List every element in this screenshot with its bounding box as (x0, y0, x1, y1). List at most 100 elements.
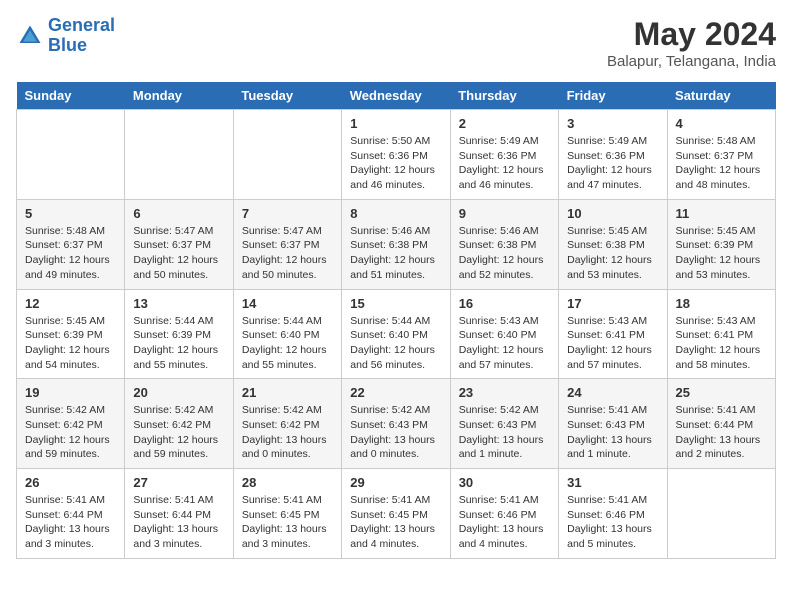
calendar-cell: 23Sunrise: 5:42 AMSunset: 6:43 PMDayligh… (450, 379, 558, 469)
calendar-cell: 12Sunrise: 5:45 AMSunset: 6:39 PMDayligh… (17, 289, 125, 379)
day-number: 14 (242, 296, 333, 311)
calendar-cell: 18 Sunrise: 5:43 AMSunset: 6:41 PMDayligh… (667, 289, 775, 379)
logo-icon (16, 22, 44, 50)
day-info: Sunrise: 5:41 AMSunset: 6:44 PMDaylight:… (676, 403, 767, 462)
calendar-cell (17, 110, 125, 200)
day-info: Sunrise: 5:44 AMSunset: 6:40 PMDaylight:… (242, 314, 333, 373)
day-number: 3 (567, 116, 658, 131)
day-number: 5 (25, 206, 116, 221)
day-header-wednesday: Wednesday (342, 82, 450, 110)
day-info: Sunrise: 5:43 AMSunset: 6:41 PMDaylight:… (567, 314, 658, 373)
day-header-thursday: Thursday (450, 82, 558, 110)
day-number: 7 (242, 206, 333, 221)
day-number: 16 (459, 296, 550, 311)
calendar-cell: 19 Sunrise: 5:42 AMSunset: 6:42 PMDayligh… (17, 379, 125, 469)
day-info: Sunrise: 5:46 AMSunset: 6:38 PMDaylight:… (459, 224, 550, 283)
calendar-cell: 9 Sunrise: 5:46 AMSunset: 6:38 PMDaylight… (450, 199, 558, 289)
calendar-cell: 27 Sunrise: 5:41 AMSunset: 6:44 PMDayligh… (125, 469, 233, 559)
day-number: 13 (133, 296, 224, 311)
day-number: 9 (459, 206, 550, 221)
calendar-cell: 21 Sunrise: 5:42 AMSunset: 6:42 PMDayligh… (233, 379, 341, 469)
day-number: 15 (350, 296, 441, 311)
calendar-cell: 14 Sunrise: 5:44 AMSunset: 6:40 PMDayligh… (233, 289, 341, 379)
calendar-cell (233, 110, 341, 200)
day-info: Sunrise: 5:46 AMSunset: 6:38 PMDaylight:… (350, 224, 441, 283)
day-info: Sunrise: 5:48 AMSunset: 6:37 PMDaylight:… (676, 134, 767, 193)
day-number: 2 (459, 116, 550, 131)
calendar-cell: 15Sunrise: 5:44 AMSunset: 6:40 PMDayligh… (342, 289, 450, 379)
logo-line1: General (48, 15, 115, 35)
day-info: Sunrise: 5:42 AMSunset: 6:43 PMDaylight:… (350, 403, 441, 462)
day-number: 25 (676, 385, 767, 400)
day-header-friday: Friday (559, 82, 667, 110)
day-number: 6 (133, 206, 224, 221)
day-number: 30 (459, 475, 550, 490)
day-info: Sunrise: 5:47 AMSunset: 6:37 PMDaylight:… (242, 224, 333, 283)
calendar-week-2: 5 Sunrise: 5:48 AMSunset: 6:37 PMDaylight… (17, 199, 776, 289)
calendar-cell: 4Sunrise: 5:48 AMSunset: 6:37 PMDaylight… (667, 110, 775, 200)
day-info: Sunrise: 5:45 AMSunset: 6:39 PMDaylight:… (25, 314, 116, 373)
day-info: Sunrise: 5:44 AMSunset: 6:39 PMDaylight:… (133, 314, 224, 373)
day-header-saturday: Saturday (667, 82, 775, 110)
calendar-week-4: 19 Sunrise: 5:42 AMSunset: 6:42 PMDayligh… (17, 379, 776, 469)
calendar-cell: 7 Sunrise: 5:47 AMSunset: 6:37 PMDaylight… (233, 199, 341, 289)
day-number: 8 (350, 206, 441, 221)
calendar-cell: 13 Sunrise: 5:44 AMSunset: 6:39 PMDayligh… (125, 289, 233, 379)
day-info: Sunrise: 5:45 AMSunset: 6:38 PMDaylight:… (567, 224, 658, 283)
calendar-cell: 29 Sunrise: 5:41 AMSunset: 6:45 PMDayligh… (342, 469, 450, 559)
day-number: 11 (676, 206, 767, 221)
day-info: Sunrise: 5:41 AMSunset: 6:46 PMDaylight:… (567, 493, 658, 552)
calendar-cell: 25 Sunrise: 5:41 AMSunset: 6:44 PMDayligh… (667, 379, 775, 469)
header-row: SundayMondayTuesdayWednesdayThursdayFrid… (17, 82, 776, 110)
day-header-sunday: Sunday (17, 82, 125, 110)
day-number: 29 (350, 475, 441, 490)
day-number: 19 (25, 385, 116, 400)
day-number: 31 (567, 475, 658, 490)
day-info: Sunrise: 5:49 AMSunset: 6:36 PMDaylight:… (459, 134, 550, 193)
day-info: Sunrise: 5:41 AMSunset: 6:43 PMDaylight:… (567, 403, 658, 462)
calendar-cell: 17Sunrise: 5:43 AMSunset: 6:41 PMDayligh… (559, 289, 667, 379)
month-title: May 2024 (607, 16, 776, 53)
day-number: 18 (676, 296, 767, 311)
calendar-cell (667, 469, 775, 559)
day-info: Sunrise: 5:42 AMSunset: 6:42 PMDaylight:… (242, 403, 333, 462)
logo-text: General Blue (48, 16, 115, 56)
calendar-cell: 20 Sunrise: 5:42 AMSunset: 6:42 PMDayligh… (125, 379, 233, 469)
calendar-cell: 28 Sunrise: 5:41 AMSunset: 6:45 PMDayligh… (233, 469, 341, 559)
day-number: 20 (133, 385, 224, 400)
day-info: Sunrise: 5:43 AMSunset: 6:41 PMDaylight:… (676, 314, 767, 373)
day-info: Sunrise: 5:42 AMSunset: 6:43 PMDaylight:… (459, 403, 550, 462)
day-number: 27 (133, 475, 224, 490)
day-info: Sunrise: 5:49 AMSunset: 6:36 PMDaylight:… (567, 134, 658, 193)
logo-line2: Blue (48, 35, 87, 55)
calendar-cell: 5 Sunrise: 5:48 AMSunset: 6:37 PMDaylight… (17, 199, 125, 289)
day-info: Sunrise: 5:42 AMSunset: 6:42 PMDaylight:… (25, 403, 116, 462)
calendar-cell: 24 Sunrise: 5:41 AMSunset: 6:43 PMDayligh… (559, 379, 667, 469)
day-info: Sunrise: 5:45 AMSunset: 6:39 PMDaylight:… (676, 224, 767, 283)
day-number: 22 (350, 385, 441, 400)
day-number: 21 (242, 385, 333, 400)
calendar-table: SundayMondayTuesdayWednesdayThursdayFrid… (16, 82, 776, 559)
calendar-cell: 1Sunrise: 5:50 AMSunset: 6:36 PMDaylight… (342, 110, 450, 200)
calendar-week-3: 12Sunrise: 5:45 AMSunset: 6:39 PMDayligh… (17, 289, 776, 379)
day-number: 28 (242, 475, 333, 490)
calendar-cell: 30Sunrise: 5:41 AMSunset: 6:46 PMDayligh… (450, 469, 558, 559)
day-info: Sunrise: 5:41 AMSunset: 6:45 PMDaylight:… (242, 493, 333, 552)
title-area: May 2024 Balapur, Telangana, India (607, 16, 776, 70)
location: Balapur, Telangana, India (607, 53, 776, 70)
day-header-tuesday: Tuesday (233, 82, 341, 110)
day-info: Sunrise: 5:42 AMSunset: 6:42 PMDaylight:… (133, 403, 224, 462)
calendar-cell: 10Sunrise: 5:45 AMSunset: 6:38 PMDayligh… (559, 199, 667, 289)
day-info: Sunrise: 5:43 AMSunset: 6:40 PMDaylight:… (459, 314, 550, 373)
day-info: Sunrise: 5:47 AMSunset: 6:37 PMDaylight:… (133, 224, 224, 283)
calendar-cell (125, 110, 233, 200)
calendar-cell: 31 Sunrise: 5:41 AMSunset: 6:46 PMDayligh… (559, 469, 667, 559)
calendar-cell: 2 Sunrise: 5:49 AMSunset: 6:36 PMDaylight… (450, 110, 558, 200)
calendar-cell: 16 Sunrise: 5:43 AMSunset: 6:40 PMDayligh… (450, 289, 558, 379)
day-info: Sunrise: 5:41 AMSunset: 6:45 PMDaylight:… (350, 493, 441, 552)
day-number: 24 (567, 385, 658, 400)
day-info: Sunrise: 5:41 AMSunset: 6:44 PMDaylight:… (133, 493, 224, 552)
day-info: Sunrise: 5:48 AMSunset: 6:37 PMDaylight:… (25, 224, 116, 283)
calendar-cell: 6 Sunrise: 5:47 AMSunset: 6:37 PMDaylight… (125, 199, 233, 289)
calendar-week-5: 26Sunrise: 5:41 AMSunset: 6:44 PMDayligh… (17, 469, 776, 559)
